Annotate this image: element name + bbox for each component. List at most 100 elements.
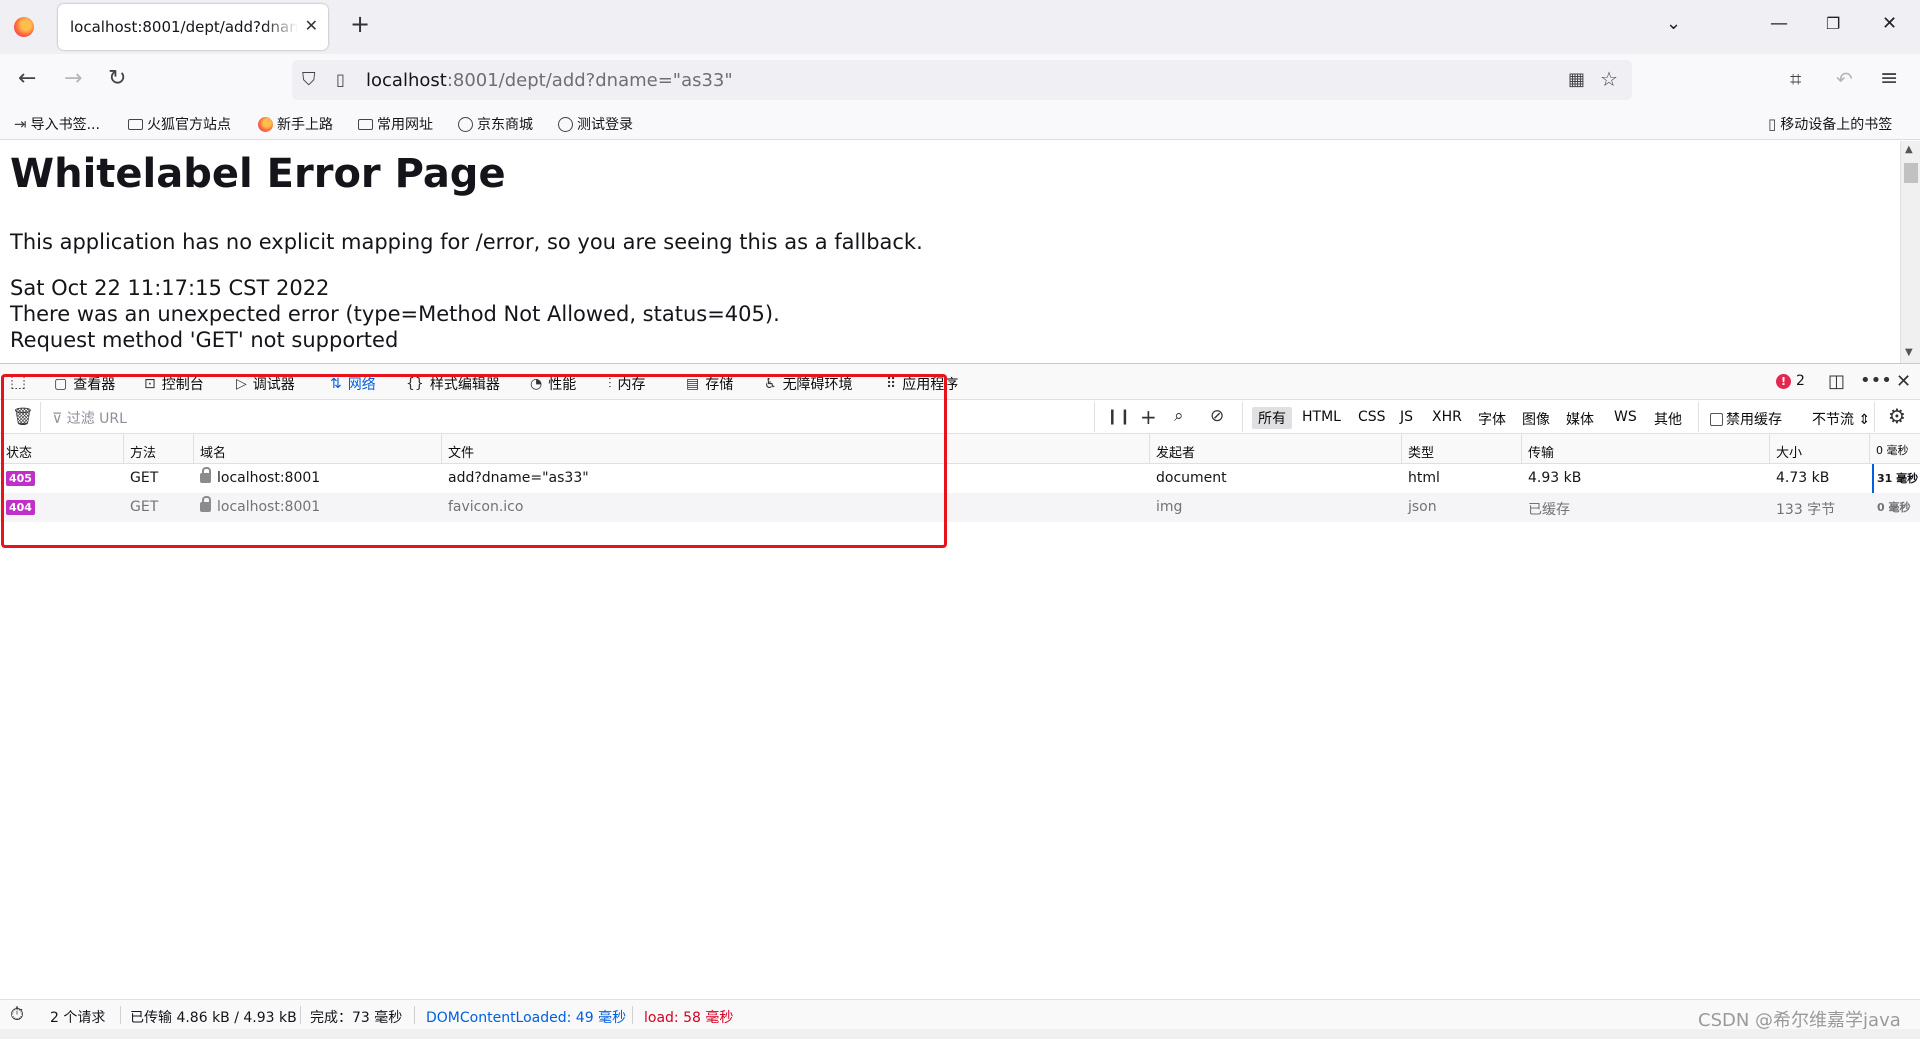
url-bar[interactable]: ⛉ ▯ localhost:8001/dept/add?dname="as33"… (292, 60, 1632, 100)
filter-type-xhr[interactable]: XHR (1432, 409, 1462, 425)
tab-performance[interactable]: ◔ 性能 (530, 374, 576, 394)
filter-url-input[interactable]: ⊽ 过滤 URL (52, 408, 127, 428)
scroll-up-icon[interactable]: ▲ (1905, 144, 1913, 155)
close-window-button[interactable]: ✕ (1882, 14, 1897, 34)
filter-type-css[interactable]: CSS (1358, 409, 1386, 425)
tab-inspector[interactable]: ▢ 查看器 (54, 374, 115, 394)
cell-domain: localhost:8001 (194, 464, 442, 493)
list-all-tabs-icon[interactable]: ⌄ (1666, 14, 1681, 34)
column-file[interactable]: 文件 (442, 434, 1150, 464)
cell-initiator[interactable]: img (1150, 493, 1402, 522)
devtools-toolbar: ⬚ ▢ 查看器 ⊡ 控制台 ▷ 调试器 ⇅ 网络 {} 样式编辑器 ◔ 性能 ⫶ 内存 ▤ 存储… (0, 364, 1920, 404)
filter-type-html[interactable]: HTML (1302, 409, 1341, 425)
globe-icon (558, 116, 573, 132)
tab-label: 查看器 (73, 377, 116, 393)
tab-close-icon[interactable]: ✕ (305, 16, 318, 35)
back-arrow-icon[interactable]: ← (18, 67, 36, 91)
forward-arrow-icon[interactable]: → (64, 67, 82, 91)
search-icon[interactable]: ⌕ (1174, 406, 1184, 426)
bookmark-test-login[interactable]: 测试登录 (558, 114, 633, 134)
tab-label: 内存 (617, 377, 646, 393)
pause-icon[interactable]: ❙❙ (1106, 407, 1131, 425)
column-transferred[interactable]: 传输 (1522, 434, 1770, 464)
column-status[interactable]: 状态 (0, 434, 124, 464)
firefox-logo-icon[interactable] (14, 17, 34, 37)
bookmark-label: 移动设备上的书签 (1780, 117, 1893, 133)
trash-icon[interactable]: 🗑 (12, 407, 34, 427)
undo-icon[interactable]: ↶ (1836, 67, 1853, 91)
divider (120, 1006, 121, 1024)
block-requests-icon[interactable]: ⊘ (1210, 406, 1224, 426)
tab-application[interactable]: ⠿ 应用程序 (886, 374, 958, 394)
application-icon: ⠿ (886, 376, 897, 392)
table-row[interactable]: 404 GET localhost:8001 favicon.ico img j… (0, 493, 1920, 522)
scroll-down-icon[interactable]: ▼ (1905, 347, 1913, 358)
filter-type-fonts[interactable]: 字体 (1478, 409, 1506, 429)
page-scrollbar[interactable]: ▲ ▼ (1900, 141, 1920, 363)
bookmark-label: 新手上路 (277, 117, 333, 133)
filter-type-all[interactable]: 所有 (1252, 407, 1292, 429)
inspector-icon: ▢ (54, 376, 68, 392)
bookmark-jd-mall[interactable]: 京东商城 (458, 114, 533, 134)
folder-icon (358, 118, 373, 130)
column-method[interactable]: 方法 (124, 434, 194, 464)
filter-type-ws[interactable]: WS (1614, 409, 1637, 425)
add-request-icon[interactable]: + (1140, 405, 1157, 429)
folder-icon (128, 118, 143, 130)
page-info-icon[interactable]: ▯ (336, 70, 345, 89)
cell-method: GET (130, 499, 159, 515)
url-text[interactable]: localhost:8001/dept/add?dname="as33" (366, 70, 733, 91)
cell-size: 4.73 kB (1776, 470, 1830, 486)
page-title: Whitelabel Error Page (10, 151, 506, 197)
filter-type-media[interactable]: 媒体 (1566, 409, 1594, 429)
column-type[interactable]: 类型 (1402, 434, 1522, 464)
settings-gear-icon[interactable]: ⚙ (1888, 404, 1906, 428)
bookmark-firefox-official[interactable]: 火狐官方站点 (128, 114, 231, 134)
stopwatch-icon[interactable]: ⏱ (10, 1004, 24, 1025)
tab-console[interactable]: ⊡ 控制台 (144, 374, 204, 394)
menu-hamburger-icon[interactable]: ≡ (1880, 67, 1898, 91)
scrollbar-thumb[interactable] (1904, 163, 1918, 183)
bookmark-star-icon[interactable]: ☆ (1600, 67, 1618, 91)
bookmark-import[interactable]: ⇥ 导入书签... (14, 114, 100, 134)
filter-type-js[interactable]: JS (1400, 409, 1413, 425)
dock-side-icon[interactable]: ◫ (1828, 371, 1845, 392)
tab-debugger[interactable]: ▷ 调试器 (236, 374, 295, 394)
tab-memory[interactable]: ⫶ 内存 (608, 374, 646, 394)
cell-initiator[interactable]: document (1150, 464, 1402, 493)
column-initiator[interactable]: 发起者 (1150, 434, 1402, 464)
more-options-icon[interactable]: ••• (1860, 370, 1892, 391)
throttle-select[interactable]: 不节流 ⇕ (1812, 409, 1870, 429)
bookmark-mobile[interactable]: ▯ 移动设备上的书签 (1768, 114, 1892, 134)
url-host: localhost (366, 70, 447, 91)
tab-accessibility[interactable]: ♿ 无障碍环境 (764, 374, 853, 394)
column-waterfall[interactable]: 0 毫秒 (1870, 434, 1920, 464)
reload-icon[interactable]: ↻ (108, 67, 126, 91)
tab-network[interactable]: ⇅ 网络 (324, 374, 382, 404)
error-count-badge[interactable]: ! 2 (1776, 373, 1805, 389)
tab-storage[interactable]: ▤ 存储 (686, 374, 733, 394)
new-tab-button[interactable]: + (350, 12, 370, 36)
error-count: 2 (1796, 373, 1805, 389)
disable-cache-checkbox[interactable]: 禁用缓存 (1710, 409, 1782, 429)
filter-type-images[interactable]: 图像 (1522, 409, 1550, 429)
screenshot-crop-icon[interactable]: ⌗ (1790, 67, 1801, 91)
restore-window-button[interactable]: ❐ (1826, 14, 1840, 34)
bookmark-common-sites[interactable]: 常用网址 (358, 114, 433, 134)
table-row[interactable]: 405 GET localhost:8001 add?dname="as33" … (0, 464, 1920, 493)
column-domain[interactable]: 域名 (194, 434, 442, 464)
filter-type-other[interactable]: 其他 (1654, 409, 1682, 429)
minimize-window-button[interactable]: — (1770, 14, 1788, 34)
divider (40, 402, 41, 432)
lock-icon (200, 496, 211, 512)
column-size[interactable]: 大小 (1770, 434, 1870, 464)
close-devtools-icon[interactable]: ✕ (1896, 371, 1911, 392)
bookmark-getting-started[interactable]: 新手上路 (258, 114, 333, 134)
qr-code-icon[interactable]: ▦ (1568, 69, 1585, 90)
tracking-shield-icon[interactable]: ⛉ (302, 69, 316, 90)
network-icon: ⇅ (330, 376, 342, 392)
browser-tab-active[interactable]: localhost:8001/dept/add?dname="as33" ✕ (58, 4, 328, 50)
checkbox-box (1710, 413, 1723, 426)
tab-style-editor[interactable]: {} 样式编辑器 (406, 374, 500, 394)
element-picker-icon[interactable]: ⬚ (10, 372, 26, 392)
